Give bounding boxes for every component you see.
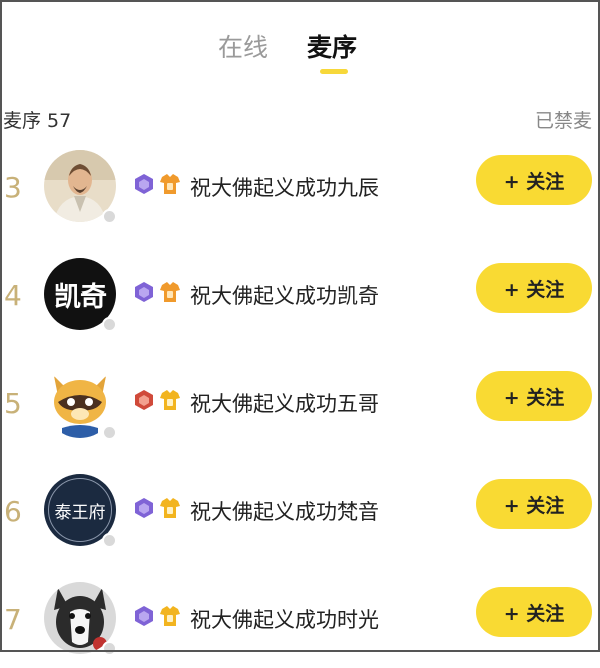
noble-shirt-icon <box>160 606 180 626</box>
noble-shirt-icon <box>160 390 180 410</box>
list-item[interactable]: 4 凯奇 祝大佛起义成功凯奇 + 关注 <box>0 254 600 344</box>
noble-shirt-icon <box>160 282 180 302</box>
list-item[interactable]: 7 祝大佛起义成功时光 + 关注 <box>0 578 600 668</box>
rank-number: 7 <box>4 603 22 636</box>
level-badge-icon <box>135 606 153 626</box>
list-item[interactable]: 3 祝大佛起义成功九辰 + 关注 <box>0 146 600 236</box>
noble-shirt-icon <box>160 498 180 518</box>
user-name: 祝大佛起义成功五哥 <box>190 392 379 416</box>
level-badge-icon <box>135 390 153 410</box>
active-tab-indicator <box>320 69 348 74</box>
user-name: 祝大佛起义成功凯奇 <box>190 284 379 308</box>
follow-button[interactable]: + 关注 <box>476 371 592 421</box>
follow-button[interactable]: + 关注 <box>476 155 592 205</box>
avatar-logo-ring: 泰王府 <box>48 478 112 542</box>
tab-bar: 在线 麦序 <box>0 22 600 82</box>
user-name: 祝大佛起义成功时光 <box>190 608 379 632</box>
follow-button[interactable]: + 关注 <box>476 479 592 529</box>
avatar-logo-text: 泰王府 <box>54 502 106 523</box>
level-badge-icon <box>135 282 153 302</box>
online-status-dot <box>102 533 117 548</box>
list-item[interactable]: 5 祝大佛起义成功五哥 + 关注 <box>0 362 600 452</box>
follow-button[interactable]: + 关注 <box>476 587 592 637</box>
rank-number: 4 <box>4 279 22 312</box>
online-status-dot <box>102 317 117 332</box>
section-header: 麦序 57 已禁麦 <box>0 106 600 132</box>
list-item[interactable]: 6 泰王府 祝大佛起义成功梵音 + 关注 <box>0 470 600 560</box>
online-status-dot <box>102 425 117 440</box>
level-badge-icon <box>135 174 153 194</box>
level-badge-icon <box>135 498 153 518</box>
rank-number: 3 <box>4 171 22 204</box>
user-name: 祝大佛起义成功九辰 <box>190 176 379 200</box>
avatar-logo-text: 凯奇 <box>54 281 107 313</box>
tab-online[interactable]: 在线 <box>218 28 268 64</box>
rank-number: 6 <box>4 495 22 528</box>
rank-number: 5 <box>4 387 22 420</box>
mic-queue-count: 麦序 57 <box>3 110 72 132</box>
follow-button[interactable]: + 关注 <box>476 263 592 313</box>
user-name: 祝大佛起义成功梵音 <box>190 500 379 524</box>
tab-mic-queue[interactable]: 麦序 <box>307 28 357 64</box>
online-status-dot <box>102 209 117 224</box>
online-status-dot <box>102 641 117 656</box>
mic-banned-status: 已禁麦 <box>534 110 592 132</box>
noble-shirt-icon <box>160 174 180 194</box>
